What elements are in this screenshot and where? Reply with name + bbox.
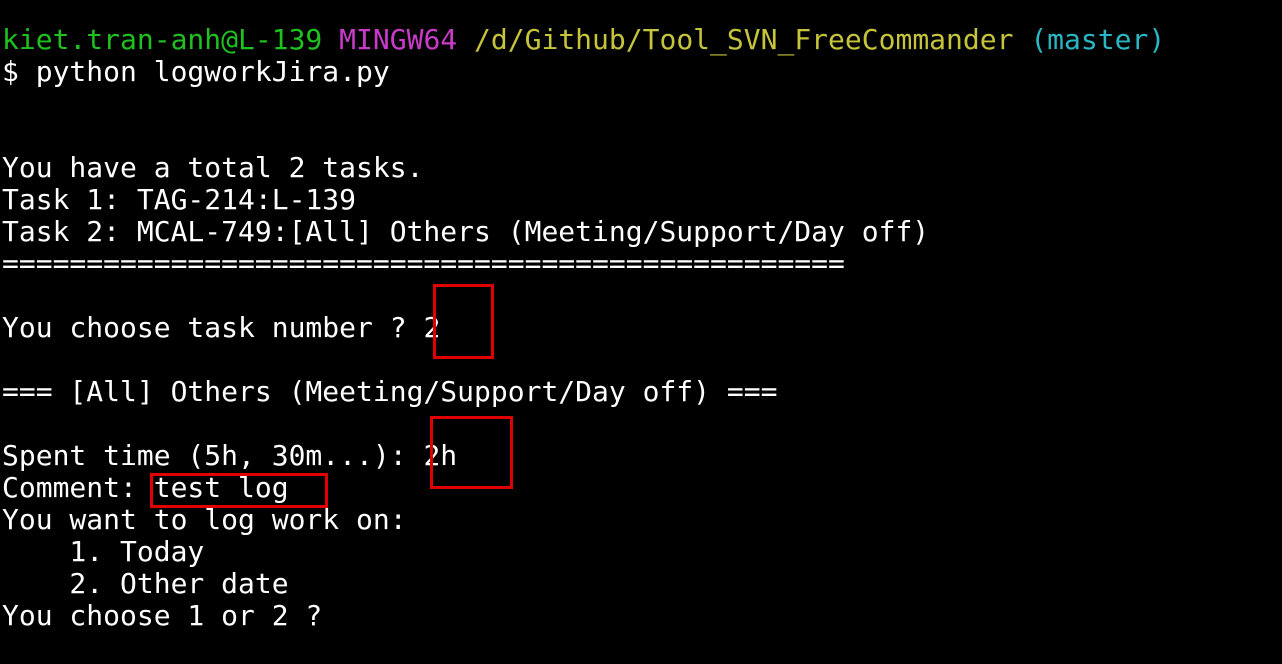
prompt-user-host: kiet.tran-anh@L-139 <box>2 23 323 56</box>
comment-prompt: Comment: <box>2 471 154 504</box>
prompt-line: kiet.tran-anh@L-139 MINGW64 /d/Github/To… <box>2 24 1280 56</box>
prompt-symbol: $ <box>2 55 19 88</box>
comment-answer: test log <box>153 471 289 504</box>
choose-task-prompt: You choose task number ? <box>2 311 424 344</box>
task-2-text: Task 2: MCAL-749:[All] Others (Meeting/S… <box>2 215 930 248</box>
task-1-text: Task 1: TAG-214:L-139 <box>2 183 357 216</box>
command-line: $ python logworkJira.py <box>2 56 1280 88</box>
prompt-branch: (master) <box>1030 23 1166 56</box>
command-text: python logworkJira.py <box>35 55 390 88</box>
spent-time-line: Spent time (5h, 30m...): 2h <box>2 440 1280 472</box>
separator-line: ========================================… <box>2 247 845 280</box>
prompt-path: /d/Github/Tool_SVN_FreeCommander <box>474 23 1014 56</box>
total-tasks-text: You have a total 2 tasks. <box>2 151 424 184</box>
spent-time-prompt: Spent time (5h, 30m...): <box>2 439 424 472</box>
choose-task-answer: 2 <box>423 311 441 344</box>
choose-task-line: You choose task number ? 2 <box>2 312 1280 344</box>
selected-task-header: === [All] Others (Meeting/Support/Day of… <box>2 375 778 408</box>
prompt-system: MINGW64 <box>339 23 458 56</box>
logwork-prompt-text: You want to log work on: <box>2 503 407 536</box>
comment-line: Comment: test log <box>2 472 1280 504</box>
option-other-date-text: 2. Other date <box>2 567 289 600</box>
choose-option-text: You choose 1 or 2 ? <box>2 599 323 632</box>
spent-time-answer: 2h <box>423 439 458 472</box>
option-today-text: 1. Today <box>2 535 205 568</box>
terminal-window[interactable]: kiet.tran-anh@L-139 MINGW64 /d/Github/To… <box>2 24 1280 632</box>
